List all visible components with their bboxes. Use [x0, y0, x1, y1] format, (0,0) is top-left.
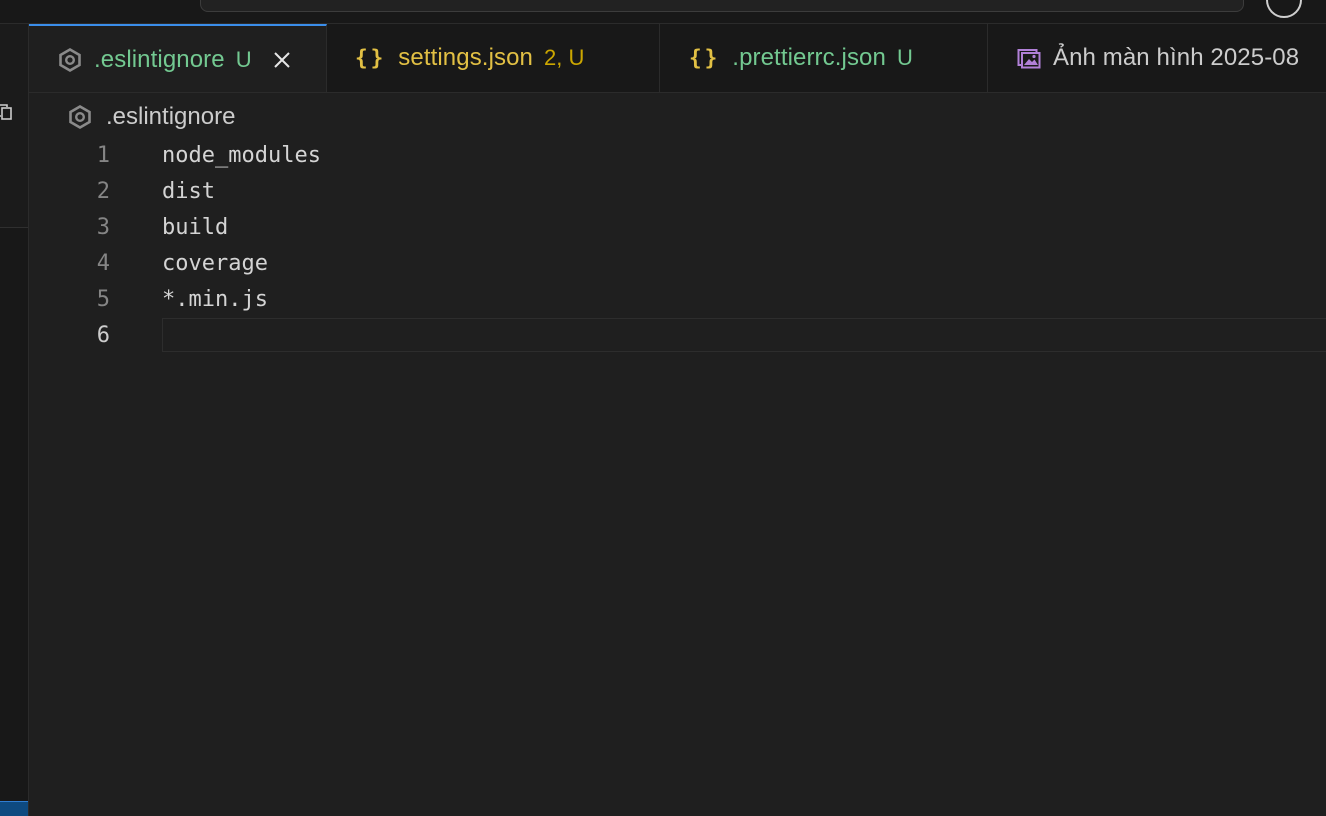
- line-text[interactable]: *.min.js: [162, 282, 268, 318]
- line-text[interactable]: dist: [162, 174, 215, 210]
- line-text[interactable]: build: [162, 210, 228, 246]
- tab-screenshot-image[interactable]: Ảnh màn hình 2025-08: [988, 24, 1326, 92]
- tab-label: settings.json: [398, 44, 534, 71]
- json-braces-icon: {}: [355, 46, 387, 70]
- account-icon[interactable]: [1266, 0, 1302, 18]
- selected-explorer-item[interactable]: [0, 801, 28, 816]
- line-number: 1: [96, 143, 110, 168]
- close-icon[interactable]: [272, 50, 292, 70]
- command-center-search[interactable]: [200, 0, 1244, 12]
- eslint-gear-icon: [58, 47, 82, 72]
- tab-prettierrc-json[interactable]: {} .prettierrc.json U: [660, 24, 988, 92]
- code-editor[interactable]: 1 node_modules 2 dist 3 build 4 coverage…: [29, 138, 1326, 816]
- tab-label: .eslintignore: [94, 45, 225, 73]
- line-number: 4: [96, 251, 110, 276]
- line-number: 2: [96, 179, 110, 204]
- tab-settings-json[interactable]: {} settings.json 2, U: [327, 24, 660, 92]
- line-number: 3: [96, 215, 110, 240]
- line-text[interactable]: node_modules: [162, 138, 321, 174]
- explorer-panel-edge: [0, 24, 28, 228]
- line-number: 5: [96, 287, 110, 312]
- editor-line[interactable]: 4 coverage: [29, 246, 1326, 282]
- editor-line[interactable]: 5 *.min.js: [29, 282, 1326, 318]
- editor-line-current[interactable]: 6: [29, 318, 1326, 354]
- editor-line[interactable]: 3 build: [29, 210, 1326, 246]
- editor-line[interactable]: 1 node_modules: [29, 138, 1326, 174]
- copy-icon[interactable]: [0, 104, 12, 120]
- vscode-window: .eslintignore U {} settings.json 2, U {}…: [0, 0, 1326, 816]
- line-number: 6: [96, 323, 110, 348]
- json-braces-icon: {}: [689, 46, 721, 70]
- editor-tab-bar: .eslintignore U {} settings.json 2, U {}…: [29, 24, 1326, 93]
- tab-label: .prettierrc.json: [732, 44, 886, 71]
- side-bar-edge: [0, 24, 29, 816]
- breadcrumb-file[interactable]: .eslintignore: [106, 103, 235, 131]
- line-text[interactable]: coverage: [162, 246, 268, 282]
- git-status-badge: U: [896, 45, 913, 70]
- eslint-gear-icon: [68, 105, 92, 129]
- git-status-badge: U: [235, 46, 252, 72]
- title-bar: [0, 0, 1326, 24]
- tab-label: Ảnh màn hình 2025-08: [1053, 44, 1300, 71]
- problems-and-git-badge: 2, U: [544, 45, 585, 70]
- image-file-icon: [1017, 47, 1041, 69]
- editor-line[interactable]: 2 dist: [29, 174, 1326, 210]
- tab-eslintignore[interactable]: .eslintignore U: [29, 24, 327, 92]
- breadcrumb[interactable]: .eslintignore: [68, 100, 235, 134]
- current-line-highlight: [162, 318, 1326, 352]
